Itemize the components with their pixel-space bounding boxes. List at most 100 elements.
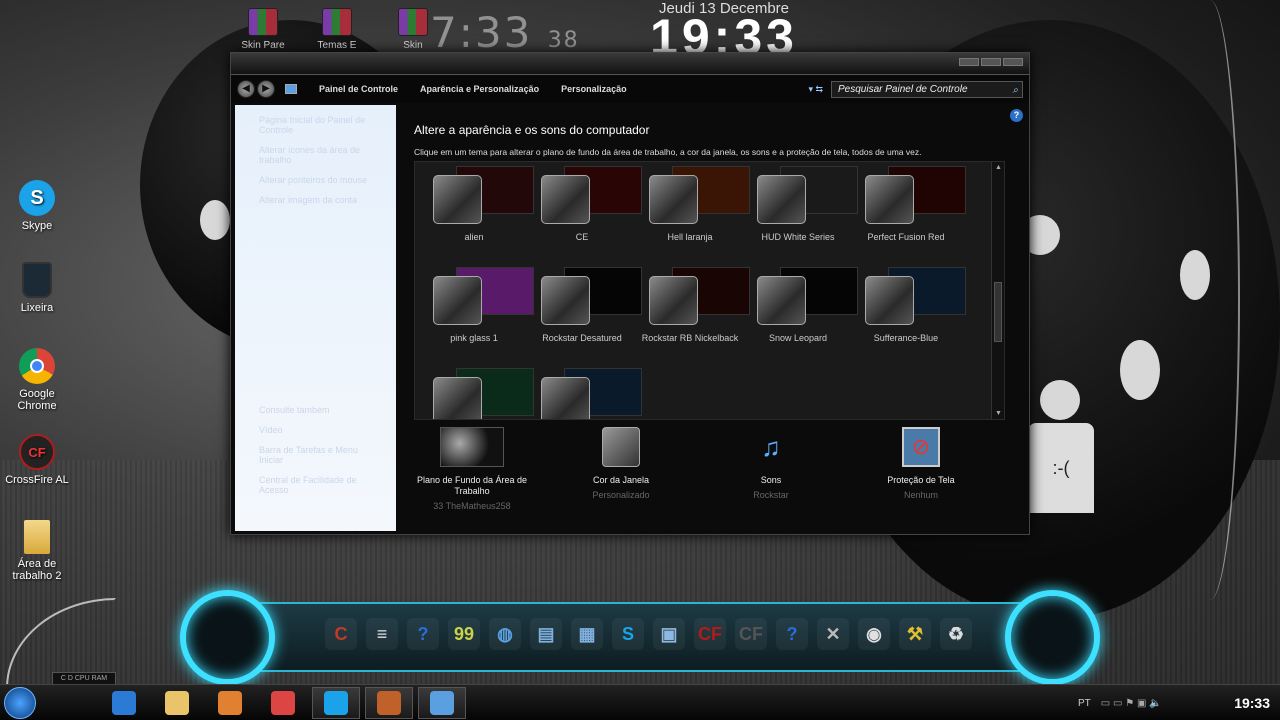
- breadcrumb-control-panel[interactable]: Painel de Controle: [319, 84, 398, 94]
- sidebar-link-mouse-pointers[interactable]: Alterar ponteiros do mouse: [259, 175, 372, 185]
- search-input[interactable]: Pesquisar Painel de Controle ⌕: [831, 80, 1023, 98]
- help-alt-icon[interactable]: ?: [776, 618, 808, 650]
- sidebar-link-account-picture[interactable]: Alterar imagem da conta: [259, 195, 372, 205]
- desktop-background-setting[interactable]: Plano de Fundo da Área de Trabalho 33 Th…: [407, 427, 537, 511]
- dock-ring-right: [1005, 590, 1100, 685]
- network-icon[interactable]: ◍: [489, 618, 521, 650]
- desktop-icon-skin-pare[interactable]: Skin Pare: [240, 8, 286, 51]
- theme-scrollbar[interactable]: ▲ ▼: [991, 162, 1004, 419]
- theme-item[interactable]: [528, 354, 642, 419]
- theme-item[interactable]: Rockstar RB Nickelback: [636, 253, 750, 354]
- taskbar-app-media-player[interactable]: [206, 687, 254, 719]
- theme-list: alien CE Hell laranja HUD White Series Perfe…: [414, 161, 1005, 420]
- wrench-icon[interactable]: ⚒: [899, 618, 931, 650]
- ccleaner-icon[interactable]: C: [325, 618, 357, 650]
- help-icon[interactable]: ?: [1010, 109, 1023, 122]
- window-titlebar[interactable]: [231, 53, 1029, 75]
- control-panel-icon[interactable]: ▣: [653, 618, 685, 650]
- desktop-icon-chrome[interactable]: Google Chrome: [0, 348, 74, 412]
- desktop-icon-label: Temas E: [317, 40, 357, 51]
- sounds-icon: ♫: [761, 432, 781, 462]
- search-icon[interactable]: ⌕: [1012, 83, 1018, 98]
- sidebar-link-desktop-icons[interactable]: Alterar ícones da área de trabalho: [259, 145, 372, 165]
- sidebar-link-home[interactable]: Página Inicial do Painel de Controle: [259, 115, 372, 135]
- skype-icon[interactable]: S: [612, 618, 644, 650]
- theme-label: Snow Leopard: [768, 333, 828, 343]
- theme-item[interactable]: HUD White Series: [744, 162, 858, 253]
- sidebar-link-ease-of-access[interactable]: Central de Facilidade de Acesso: [259, 475, 372, 495]
- clock-small-seconds: 38: [547, 28, 580, 53]
- taskbar-app-explorer[interactable]: [153, 687, 201, 719]
- dock-ring-left: [180, 590, 275, 685]
- theme-item[interactable]: CE: [528, 162, 642, 253]
- documents-icon[interactable]: ▤: [530, 618, 562, 650]
- theme-item[interactable]: Perfect Fusion Red: [852, 162, 966, 253]
- notepad-icon[interactable]: ≡: [366, 618, 398, 650]
- theme-label: Hell laranja: [667, 232, 713, 242]
- skype-icon: S: [19, 180, 55, 216]
- crossfire-icon[interactable]: CF: [694, 618, 726, 650]
- wallpaper-arc: [1180, 0, 1240, 600]
- control-panel-icon: [285, 84, 297, 94]
- close-button[interactable]: [1003, 58, 1023, 66]
- theme-item[interactable]: Sufferance-Blue: [852, 253, 966, 354]
- help-icon[interactable]: ?: [407, 618, 439, 650]
- desktop-icon-skype[interactable]: S Skype: [0, 180, 74, 232]
- theme-grid: alien CE Hell laranja HUD White Series Perfe…: [415, 162, 1004, 419]
- theme-settings-row: Plano de Fundo da Área de Trabalho 33 Th…: [397, 427, 1029, 531]
- wallpaper-pip: [1120, 340, 1160, 400]
- monitor-icon[interactable]: 99: [448, 618, 480, 650]
- back-button[interactable]: ◀: [237, 80, 255, 98]
- setting-value: Personalizado: [592, 490, 650, 500]
- taskbar-app-baseball-glove[interactable]: [365, 687, 413, 719]
- desktop-icon-area-trabalho-2[interactable]: Área de trabalho 2: [0, 520, 74, 582]
- scroll-thumb[interactable]: [994, 282, 1002, 342]
- trash-icon: [22, 262, 52, 298]
- desktop-icon-temas[interactable]: Temas E: [314, 8, 360, 51]
- taskbar-app-ie[interactable]: [100, 687, 148, 719]
- maximize-button[interactable]: [981, 58, 1001, 66]
- minimize-button[interactable]: [959, 58, 979, 66]
- setting-name: Sons: [760, 475, 782, 485]
- theme-item[interactable]: Snow Leopard: [744, 253, 858, 354]
- wallpaper-pip: [200, 200, 230, 240]
- window-color-setting[interactable]: Cor da Janela Personalizado: [556, 427, 686, 500]
- refresh-icon[interactable]: ▾ ⇆: [808, 84, 823, 95]
- start-button[interactable]: [4, 687, 36, 719]
- wallpaper-pip: [1040, 380, 1080, 420]
- desktop-icon-label: CrossFire AL: [5, 474, 69, 486]
- screensaver-setting[interactable]: ⊘ Proteção de Tela Nenhum: [856, 427, 986, 500]
- taskbar-app-chrome[interactable]: [259, 687, 307, 719]
- theme-glass-icon: [433, 175, 482, 224]
- recycle-bin-icon[interactable]: ♻: [940, 618, 972, 650]
- folder-icon[interactable]: ▦: [571, 618, 603, 650]
- crossfire-alt-icon[interactable]: CF: [735, 618, 767, 650]
- theme-item[interactable]: Rockstar Desatured: [528, 253, 642, 354]
- language-indicator[interactable]: PT: [1078, 698, 1091, 709]
- media-player-icon: [218, 691, 242, 715]
- desktop-icon-label: Skin Pare: [241, 40, 285, 51]
- dice-background-icon: [440, 427, 504, 467]
- tools-icon[interactable]: ✕: [817, 618, 849, 650]
- chrome-icon[interactable]: ◉: [858, 618, 890, 650]
- theme-item[interactable]: [420, 354, 534, 419]
- sidebar-link-taskbar[interactable]: Barra de Tarefas e Menu Iniciar: [259, 445, 372, 465]
- theme-item[interactable]: Hell laranja: [636, 162, 750, 253]
- taskbar-app-control-panel[interactable]: [418, 687, 466, 719]
- theme-item[interactable]: alien: [420, 162, 534, 253]
- taskbar-clock[interactable]: 19:33: [1234, 695, 1270, 711]
- personalization-window[interactable]: ◀ ▶ Painel de Controle Aparência e Perso…: [230, 52, 1030, 535]
- desktop-icon-crossfire[interactable]: CF CrossFire AL: [0, 434, 74, 486]
- forward-button[interactable]: ▶: [257, 80, 275, 98]
- tray-icons[interactable]: ▭ ▭ ⚑ ▣ 🔈: [1101, 698, 1162, 709]
- sidebar: Página Inicial do Painel de Controle Alt…: [235, 105, 396, 531]
- sounds-setting[interactable]: ♫ Sons Rockstar: [706, 427, 836, 500]
- sidebar-link-video[interactable]: Vídeo: [259, 425, 372, 435]
- scroll-down-icon[interactable]: ▼: [995, 410, 1002, 417]
- scroll-up-icon[interactable]: ▲: [995, 164, 1002, 171]
- taskbar-app-skype[interactable]: [312, 687, 360, 719]
- theme-item[interactable]: pink glass 1: [420, 253, 534, 354]
- desktop-icon-lixeira[interactable]: Lixeira: [0, 262, 74, 314]
- breadcrumb-personalization[interactable]: Personalização: [561, 84, 627, 94]
- breadcrumb-appearance[interactable]: Aparência e Personalização: [420, 84, 539, 94]
